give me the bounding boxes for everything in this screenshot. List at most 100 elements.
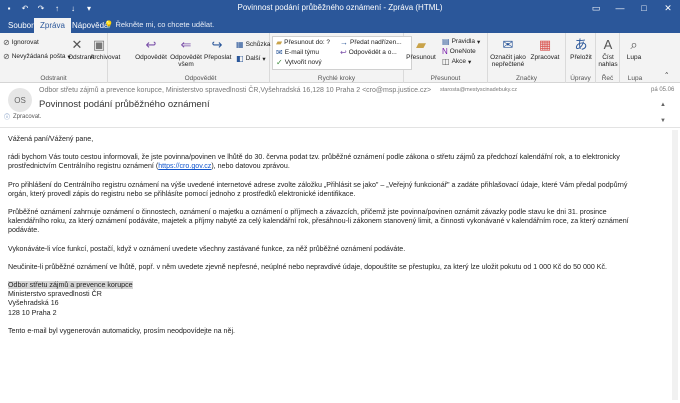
reply-delete-icon: ↩ bbox=[340, 48, 347, 57]
mail-icon: ✉ bbox=[276, 48, 283, 57]
close-button[interactable]: ✕ bbox=[656, 0, 680, 16]
header-divider bbox=[0, 127, 680, 128]
reply-all-button[interactable]: ⇐ Odpovědět všem bbox=[170, 36, 202, 69]
signature-line: 128 10 Praha 2 bbox=[8, 308, 57, 317]
archive-button[interactable]: ▣ Archivovat bbox=[90, 36, 120, 62]
info-text: Zpracovat. bbox=[13, 113, 42, 120]
signature-line: Ministerstvo spravedlnosti ČR bbox=[8, 290, 102, 299]
forward-button[interactable]: ↪ Přeposlat bbox=[204, 36, 231, 62]
translate-button[interactable]: あ Přeložit bbox=[567, 36, 595, 62]
ribbon-display-icon[interactable]: ▭ bbox=[584, 0, 608, 16]
paragraph: Průběžné oznámení zahrnuje oznámení o či… bbox=[8, 208, 629, 235]
maximize-button[interactable]: □ bbox=[632, 0, 656, 16]
onenote-button[interactable]: N OneNote bbox=[442, 47, 476, 56]
tell-me-text: Řekněte mi, co chcete udělat. bbox=[115, 20, 215, 29]
magnifier-icon: ⌕ bbox=[630, 36, 638, 52]
chevron-down-icon: ▾ bbox=[262, 55, 266, 63]
junk-icon: ⊘ bbox=[3, 52, 10, 61]
group-speech: A Číst nahlas Řeč bbox=[596, 33, 620, 83]
move-button[interactable]: ▰ Přesunout bbox=[406, 36, 436, 62]
group-quick-steps: ▰ Přesunout do: ? ✉ E-mail týmu ✓ Vytvořit … bbox=[270, 33, 412, 83]
more-respond-button[interactable]: ◧ Další ▾ bbox=[236, 54, 266, 63]
actions-button[interactable]: ◫ Akce ▾ bbox=[442, 57, 471, 66]
lightbulb-icon: 💡 bbox=[104, 20, 116, 29]
message-header: OS Odbor střetu zájmů a prevence korupce… bbox=[0, 83, 680, 128]
paragraph: rádi bychom Vás touto cestou informovali… bbox=[8, 153, 620, 171]
onenote-icon: N bbox=[442, 47, 448, 56]
group-editing: あ Přeložit Úpravy bbox=[566, 33, 596, 83]
reply-all-icon: ⇐ bbox=[180, 36, 192, 52]
group-label: Řeč bbox=[601, 75, 614, 82]
quick-step-to-manager[interactable]: → Předat nadřízen... bbox=[340, 38, 402, 47]
registry-link[interactable]: https://cro.gov.cz bbox=[158, 162, 211, 170]
greeting: Vážená paní/Vážený pane, bbox=[8, 135, 94, 143]
quick-step-reply-delete[interactable]: ↩ Odpovědět a o... bbox=[340, 48, 397, 57]
archive-icon: ▣ bbox=[92, 36, 106, 52]
collapse-ribbon-icon[interactable]: ⌃ bbox=[664, 71, 669, 79]
chevron-down-icon: ▾ bbox=[468, 58, 472, 66]
group-zoom: ⌕ Lupa Lupa bbox=[620, 33, 650, 83]
info-bar: ⓘ Zpracovat. bbox=[4, 112, 42, 122]
chevron-down-icon: ▾ bbox=[477, 38, 481, 46]
reply-button[interactable]: ↩ Odpovědět bbox=[134, 36, 168, 62]
actions-icon: ◫ bbox=[442, 57, 450, 66]
quick-step-move-to[interactable]: ▰ Přesunout do: ? bbox=[276, 38, 330, 47]
group-label: Značky bbox=[516, 75, 537, 82]
group-tags: ✉ Označit jako nepřečtené ▦ Zpracovat Zn… bbox=[488, 33, 566, 83]
meeting-button[interactable]: ▦ Schůzka bbox=[236, 40, 271, 49]
tell-me-box[interactable]: 💡 Řekněte mi, co chcete udělat. bbox=[104, 18, 214, 31]
delete-icon: ✕ bbox=[71, 36, 83, 52]
ribbon-tabs: Soubor Zpráva Nápověda 💡 Řekněte mi, co … bbox=[0, 16, 680, 33]
scroll-up-icon[interactable]: ▲ bbox=[660, 102, 666, 108]
junk-button[interactable]: ⊘ Nevyžádaná pošta ▾ bbox=[3, 52, 71, 61]
ribbon: ⊘ Ignorovat ⊘ Nevyžádaná pošta ▾ ✕ Odstrani… bbox=[0, 33, 680, 83]
folder-icon: ▰ bbox=[276, 38, 283, 47]
ignore-button[interactable]: ⊘ Ignorovat bbox=[3, 38, 39, 47]
group-delete: ⊘ Ignorovat ⊘ Nevyžádaná pošta ▾ ✕ Odstrani… bbox=[0, 33, 120, 83]
title-bar: ▪ ↶ ↷ ↑ ↓ ▾ Povinnost podání průběžného … bbox=[0, 0, 680, 16]
group-label: Odpovědět bbox=[184, 75, 217, 82]
info-icon: ⓘ bbox=[4, 115, 11, 121]
group-label: Rychlé kroky bbox=[317, 75, 356, 82]
group-label: Přesunout bbox=[430, 75, 461, 82]
vertical-scrollbar[interactable] bbox=[672, 130, 678, 400]
zoom-button[interactable]: ⌕ Lupa bbox=[624, 36, 644, 62]
category-icon: ▦ bbox=[538, 36, 552, 52]
paragraph: Vykonáváte-li více funkcí, postačí, když… bbox=[8, 244, 406, 253]
categorize-button[interactable]: ▦ Zpracovat bbox=[528, 36, 562, 62]
minimize-button[interactable]: — bbox=[608, 0, 632, 16]
move-folder-icon: ▰ bbox=[416, 36, 426, 52]
message-subject: Povinnost podání průběžného oznámení bbox=[39, 99, 210, 110]
group-label: Odstranit bbox=[40, 75, 67, 82]
group-label: Lupa bbox=[627, 75, 643, 82]
quick-step-create-new[interactable]: ✓ Vytvořit nový bbox=[276, 58, 322, 67]
sent-time: pá 05.06 bbox=[651, 87, 675, 93]
group-move: ▰ Přesunout ▤ Pravidla ▾ N OneNote ◫ Akce ▾ P… bbox=[404, 33, 488, 83]
read-aloud-button[interactable]: A Číst nahlas bbox=[598, 36, 618, 69]
avatar: OS bbox=[8, 88, 32, 112]
window-title: Povinnost podání průběžného oznámení - Z… bbox=[237, 3, 443, 12]
rules-button[interactable]: ▤ Pravidla ▾ bbox=[442, 37, 480, 46]
envelope-icon: ✉ bbox=[502, 36, 514, 52]
recipient[interactable]: starosta@mestyscinadebuky.cz bbox=[440, 87, 517, 93]
forward-small-icon: → bbox=[340, 38, 348, 47]
scroll-down-icon[interactable]: ▼ bbox=[660, 118, 666, 124]
check-icon: ✓ bbox=[276, 58, 283, 67]
quick-step-team-email[interactable]: ✉ E-mail týmu bbox=[276, 48, 319, 57]
signature-line: Vyšehradská 16 bbox=[8, 299, 59, 308]
signature: Odbor střetu zájmů a prevence korupce Mi… bbox=[8, 281, 648, 318]
paragraph: Pro přihlášení do Centrálního registru o… bbox=[8, 180, 628, 198]
forward-icon: ↪ bbox=[211, 36, 223, 52]
sender[interactable]: Odbor střetu zájmů a prevence korupce, M… bbox=[39, 87, 431, 94]
delete-button[interactable]: ✕ Odstranit bbox=[68, 36, 94, 62]
paragraph: Neučinite-li průběžné oznámení ve lhůtě,… bbox=[8, 262, 608, 271]
rules-icon: ▤ bbox=[442, 37, 450, 46]
mark-unread-button[interactable]: ✉ Označit jako nepřečtené bbox=[490, 36, 526, 69]
group-label: Úpravy bbox=[570, 75, 591, 82]
ignore-icon: ⊘ bbox=[3, 38, 10, 47]
translate-icon: あ bbox=[574, 36, 588, 52]
more-icon: ◧ bbox=[236, 54, 244, 63]
signature-line: Odbor střetu zájmů a prevence korupce bbox=[8, 281, 133, 290]
message-body: Vážená paní/Vážený pane, rádi bychom Vás… bbox=[8, 135, 648, 345]
read-aloud-icon: A bbox=[603, 36, 613, 52]
